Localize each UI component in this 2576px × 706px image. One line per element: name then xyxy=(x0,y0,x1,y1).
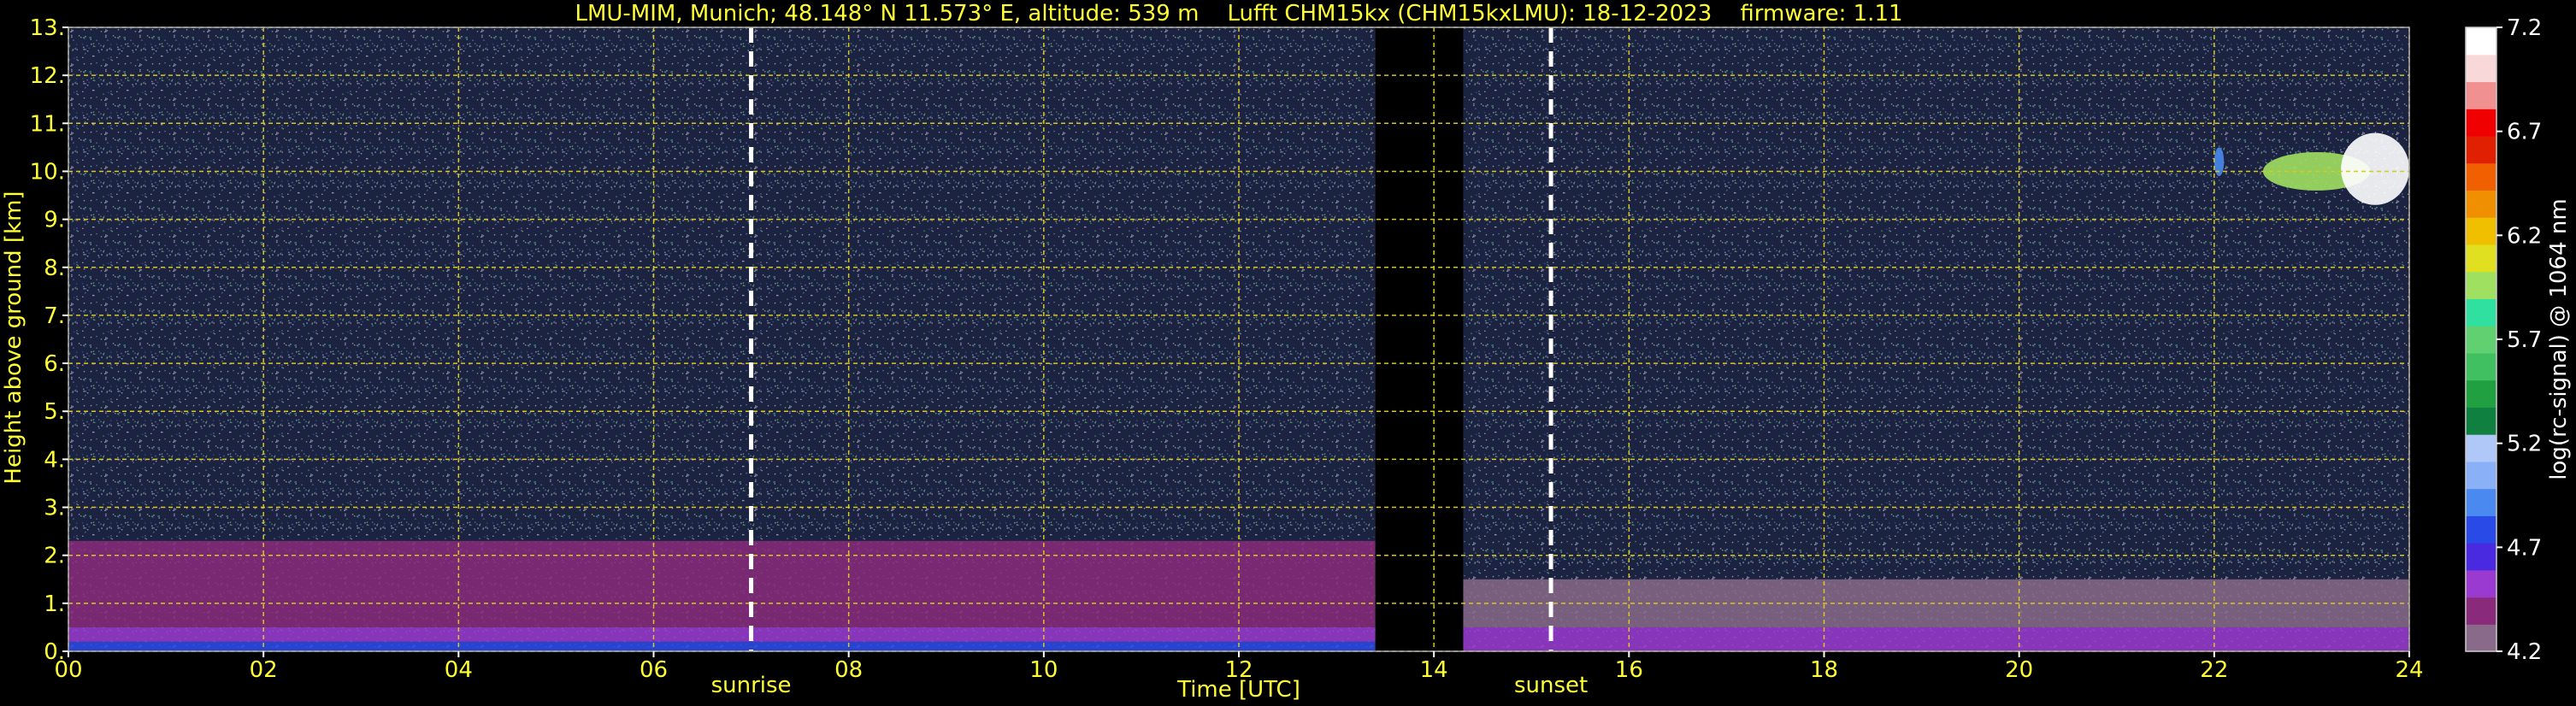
colorbar-segment xyxy=(2466,54,2496,83)
x-tick-label: 22 xyxy=(2200,657,2228,683)
colorbar-segment xyxy=(2466,488,2496,516)
colorbar-segment xyxy=(2466,624,2496,652)
colorbar-segment xyxy=(2466,569,2496,598)
colorbar-segment xyxy=(2466,461,2496,490)
y-tick-label: 3. xyxy=(44,496,65,521)
x-tick-label: 06 xyxy=(640,657,668,683)
colorbar-segment xyxy=(2466,271,2496,299)
data-gap xyxy=(1375,27,1464,651)
y-tick-label: 5. xyxy=(44,399,65,425)
colorbar-segment xyxy=(2466,298,2496,327)
colorbar-segment xyxy=(2466,135,2496,164)
colorbar-tick-label: 5.2 xyxy=(2507,432,2542,457)
y-tick-label: 12. xyxy=(30,63,65,89)
colorbar-segment xyxy=(2466,434,2496,462)
colorbar-segment xyxy=(2466,244,2496,273)
colorbar-tick-label: 4.2 xyxy=(2507,639,2542,665)
colorbar-segment xyxy=(2466,352,2496,381)
annotation-label: sunrise xyxy=(711,673,792,698)
colorbar-tick-label: 6.7 xyxy=(2507,120,2542,145)
colorbar-segment xyxy=(2466,81,2496,109)
y-tick-label: 8. xyxy=(44,256,65,281)
x-tick-label: 04 xyxy=(445,657,473,683)
x-tick-label: 18 xyxy=(1810,657,1838,683)
annotation-label: sunset xyxy=(1514,673,1588,698)
colorbar-segment xyxy=(2466,407,2496,435)
colorbar-segment xyxy=(2466,190,2496,218)
x-tick-label: 02 xyxy=(250,657,278,683)
colorbar-segment xyxy=(2466,515,2496,544)
colorbar-segment xyxy=(2466,379,2496,408)
y-tick-label: 6. xyxy=(44,351,65,377)
x-tick-label: 20 xyxy=(2005,657,2033,683)
colorbar-segment xyxy=(2466,162,2496,191)
y-tick-label: 10. xyxy=(30,159,65,185)
y-tick-label: 0. xyxy=(44,639,65,665)
colorbar-tick-label: 4.7 xyxy=(2507,535,2542,561)
y-tick-label: 4. xyxy=(44,447,65,473)
x-tick-label: 08 xyxy=(834,657,863,683)
x-tick-label: 10 xyxy=(1029,657,1058,683)
signal-layer xyxy=(68,540,1376,627)
x-tick-label: 16 xyxy=(1615,657,1643,683)
y-tick-label: 13. xyxy=(30,15,65,41)
signal-layer xyxy=(1463,627,2409,651)
colorbar-segment xyxy=(2466,597,2496,625)
colorbar-segment xyxy=(2466,27,2496,56)
plot-area: sunrise sunset xyxy=(68,26,2410,698)
cloud-signal xyxy=(2341,132,2409,205)
y-tick-label: 1. xyxy=(44,591,65,617)
colorbar-tick-label: 7.2 xyxy=(2507,15,2542,41)
signal-layer xyxy=(68,627,1376,642)
y-tick-label: 9. xyxy=(44,208,65,233)
colorbar-segment xyxy=(2466,326,2496,354)
y-tick-label: 11. xyxy=(30,111,65,137)
signal-layer xyxy=(68,641,1376,651)
y-tick-label: 2. xyxy=(44,544,65,569)
colorbar-tick-label: 6.2 xyxy=(2507,223,2542,249)
ceilometer-chart: LMU-MIM, Munich; 48.148° N 11.573° E, al… xyxy=(0,0,2576,706)
signal-layer xyxy=(1463,579,2409,627)
colorbar-segment xyxy=(2466,543,2496,571)
colorbar-label: log(rc-signal) @ 1064 nm xyxy=(2546,198,2572,479)
colorbar-segment xyxy=(2466,217,2496,245)
colorbar-segment xyxy=(2466,109,2496,137)
colorbar-tick-label: 5.7 xyxy=(2507,327,2542,353)
y-tick-label: 7. xyxy=(44,303,65,329)
x-tick-label: 14 xyxy=(1420,657,1448,683)
y-axis-label: Height above ground [km] xyxy=(1,191,27,484)
chart-title: LMU-MIM, Munich; 48.148° N 11.573° E, al… xyxy=(575,1,1902,26)
x-tick-label: 24 xyxy=(2395,657,2423,683)
x-axis-label: Time [UTC] xyxy=(1176,677,1300,703)
